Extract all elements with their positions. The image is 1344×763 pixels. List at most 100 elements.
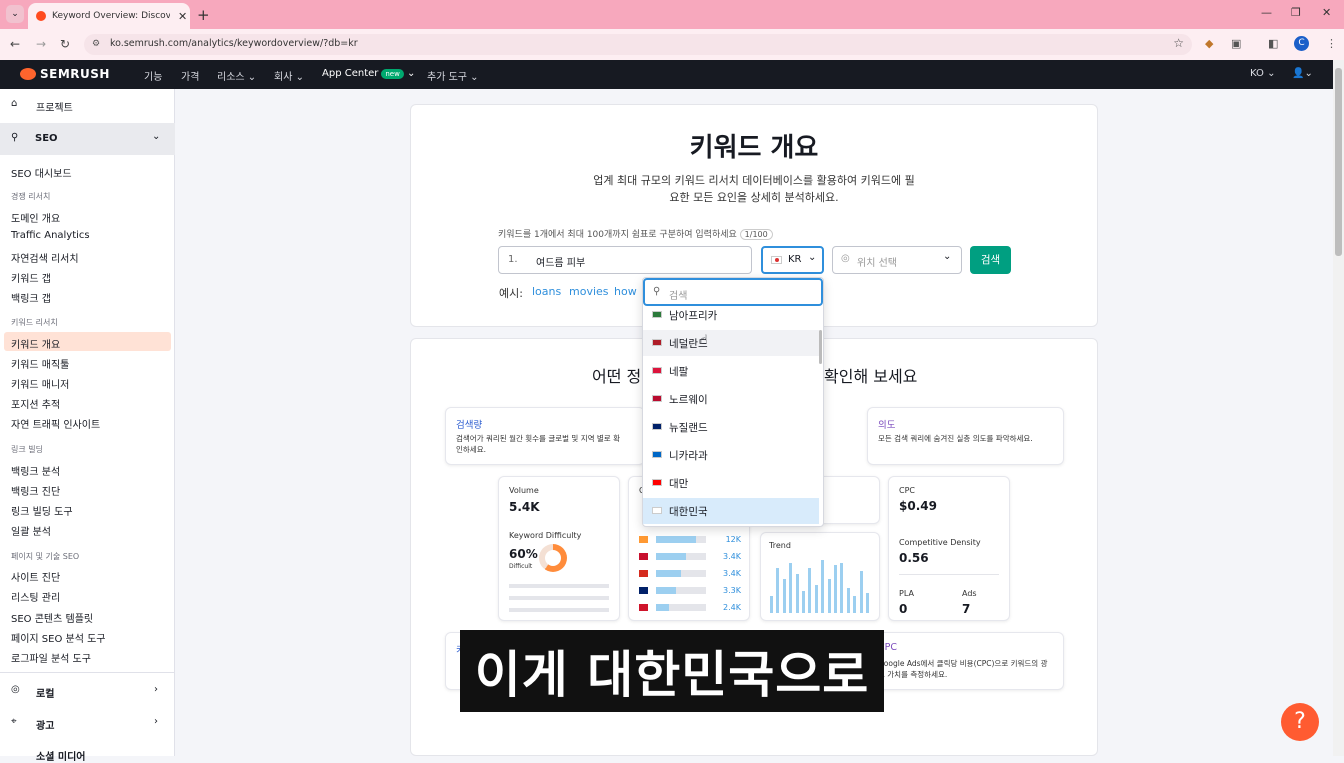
country-flag-icon — [652, 507, 662, 514]
country-option[interactable]: 남아프리카 — [643, 302, 819, 328]
page-title: 키워드 개요 — [689, 133, 819, 163]
country-option[interactable]: 노르웨이 — [643, 386, 819, 412]
browser-tab[interactable]: Keyword Overview: Discover N ✕ — [28, 3, 190, 29]
new-tab-icon[interactable]: + — [197, 6, 210, 24]
minimize-icon[interactable]: — — [1261, 6, 1272, 19]
search-button[interactable]: 검색 — [970, 246, 1011, 274]
dropdown-scrollbar[interactable] — [819, 330, 822, 364]
semrush-logo[interactable]: SEMRUSH — [20, 67, 110, 81]
country-volume-value: 2.4K — [723, 603, 741, 612]
country-option[interactable]: 뉴질랜드 — [643, 414, 819, 440]
sidebar-item-traffic-analytics[interactable]: Traffic Analytics — [11, 230, 90, 241]
search-icon: ⚲ — [653, 286, 661, 297]
nav-resources[interactable]: 리소스 ⌄ — [217, 68, 256, 83]
country-flag-icon — [639, 587, 648, 594]
sidebar-item-keyword-magic[interactable]: 키워드 매직툴 — [11, 356, 69, 371]
country-option[interactable]: 네덜란드 — [643, 330, 819, 356]
reload-icon[interactable]: ↻ — [60, 37, 70, 51]
nav-app-center[interactable]: App Center new ⌄ — [322, 68, 415, 79]
database-value: KR — [788, 254, 802, 265]
sidebar-item-backlink-audit[interactable]: 백링크 진단 — [11, 483, 60, 498]
tab-search-button[interactable]: ⌄ — [6, 5, 24, 23]
input-hint-text: 키워드를 1개에서 최대 100개까지 쉼표로 구분하여 입력하세요 — [498, 230, 737, 240]
location-pin-icon: ◎ — [11, 684, 20, 695]
sidebar-projects[interactable]: 프로젝트 — [36, 99, 73, 114]
cpc-value: $0.49 — [899, 499, 937, 513]
country-flag-icon — [652, 339, 662, 346]
page-scrollbar-thumb[interactable] — [1335, 68, 1342, 256]
country-flag-icon — [652, 311, 662, 318]
nav-company[interactable]: 회사 ⌄ — [274, 68, 304, 83]
profile-avatar[interactable]: C — [1294, 36, 1309, 51]
pla-label: PLA — [899, 589, 914, 598]
semrush-topnav: SEMRUSH 기능 가격 리소스 ⌄ 회사 ⌄ App Center new ⌄… — [0, 60, 1333, 89]
site-info-icon[interactable]: ⚙ — [92, 39, 100, 49]
example-link-how[interactable]: how — [614, 285, 637, 298]
metamask-extension-icon[interactable]: ◆ — [1205, 37, 1213, 50]
country-flag-icon — [639, 604, 648, 611]
sidebar-item-organic-traffic-insights[interactable]: 자연 트래픽 인사이트 — [11, 416, 100, 431]
forward-icon[interactable]: → — [36, 37, 46, 51]
country-option[interactable]: 니카라과 — [643, 442, 819, 468]
sidebar-local[interactable]: 로컬 — [36, 685, 54, 700]
sidebar-item-bulk-analysis[interactable]: 일괄 분석 — [11, 523, 51, 538]
cd-value: 0.56 — [899, 551, 929, 565]
volume-callout-desc: 검색어가 쿼리된 월간 횟수를 글로벌 및 지역 별로 확인하세요. — [456, 434, 620, 454]
sidebar-item-listing-management[interactable]: 리스팅 관리 — [11, 589, 60, 604]
side-panel-icon[interactable]: ◧ — [1268, 37, 1278, 50]
language-selector[interactable]: KO ⌄ — [1250, 68, 1275, 79]
back-icon[interactable]: ← — [10, 37, 20, 51]
sidebar-item-link-building-tool[interactable]: 링크 빌딩 도구 — [11, 503, 73, 518]
country-option[interactable]: 네팔 — [643, 358, 819, 384]
trend-bar — [866, 593, 869, 613]
nav-features[interactable]: 기능 — [144, 68, 162, 83]
sidebar-item-site-audit[interactable]: 사이트 진단 — [11, 569, 60, 584]
kd-label: Keyword Difficulty — [509, 531, 582, 540]
country-option[interactable]: 대만 — [643, 470, 819, 496]
sidebar-item-seo-content-template[interactable]: SEO 콘텐츠 템플릿 — [11, 610, 93, 625]
browser-menu-icon[interactable]: ⋮ — [1326, 37, 1337, 50]
sidebar-item-backlink-analytics[interactable]: 백링크 분석 — [11, 463, 60, 478]
example-link-loans[interactable]: loans — [532, 285, 561, 298]
nav-pricing[interactable]: 가격 — [181, 68, 199, 83]
page-scrollbar[interactable] — [1333, 60, 1344, 756]
user-menu-icon[interactable]: 👤⌄ — [1292, 68, 1313, 79]
help-button[interactable]: ? — [1281, 703, 1319, 741]
home-icon[interactable]: ⌂ — [11, 98, 17, 109]
sidebar-item-domain-overview[interactable]: 도메인 개요 — [11, 210, 60, 225]
sidebar-item-keyword-gap[interactable]: 키워드 갭 — [11, 270, 51, 285]
nav-more-tools[interactable]: 추가 도구 ⌄ — [427, 68, 479, 83]
country-volume-value: 3.3K — [723, 586, 741, 595]
sidebar-item-position-tracking[interactable]: 포지션 추적 — [11, 396, 60, 411]
sidebar-item-organic-research[interactable]: 자연검색 리서치 — [11, 250, 79, 265]
sidebar-item-onpage-seo-checker[interactable]: 페이지 SEO 분석 도구 — [11, 630, 105, 645]
trend-bar — [834, 565, 837, 613]
country-bar — [656, 536, 696, 543]
country-option[interactable]: 대한민국 — [643, 498, 819, 524]
example-link-movies[interactable]: movies — [569, 285, 609, 298]
ads-label: Ads — [962, 589, 977, 598]
language-label: KO — [1250, 68, 1264, 79]
location-select[interactable]: ◎ 위치 선택 ⌄ — [832, 246, 962, 274]
extensions-icon[interactable]: ▣ — [1231, 37, 1241, 50]
chevron-right-icon: › — [154, 684, 158, 695]
close-tab-icon[interactable]: ✕ — [178, 10, 187, 23]
sidebar-group-onpage: 페이지 및 기술 SEO — [11, 552, 80, 561]
close-window-icon[interactable]: ✕ — [1322, 6, 1331, 19]
sidebar-item-keyword-manager[interactable]: 키워드 매니저 — [11, 376, 69, 391]
sidebar-item-backlink-gap[interactable]: 백링크 갭 — [11, 290, 51, 305]
url-field[interactable]: ⚙ ko.semrush.com/analytics/keywordovervi… — [84, 34, 1192, 55]
keyword-input[interactable]: 1. 여드름 피부 — [498, 246, 752, 274]
database-select[interactable]: KR ⌄ — [761, 246, 824, 274]
country-option-label: 노르웨이 — [669, 393, 708, 406]
bookmark-star-icon[interactable]: ☆ — [1173, 36, 1184, 50]
sidebar-item-keyword-overview[interactable]: 키워드 개요 — [11, 336, 60, 351]
tab-title: Keyword Overview: Discover N — [52, 11, 170, 21]
trend-bar — [814, 585, 818, 613]
sidebar-seo-group[interactable]: ⚲ SEO ⌄ — [0, 123, 175, 155]
sidebar-ads[interactable]: 광고 — [36, 717, 54, 732]
nav-company-label: 회사 — [274, 72, 293, 83]
sidebar-item-log-file-analyzer[interactable]: 로그파일 분석 도구 — [11, 650, 91, 665]
sidebar-item-seo-dashboard[interactable]: SEO 대시보드 — [11, 165, 72, 180]
restore-icon[interactable]: ❐ — [1291, 6, 1301, 19]
